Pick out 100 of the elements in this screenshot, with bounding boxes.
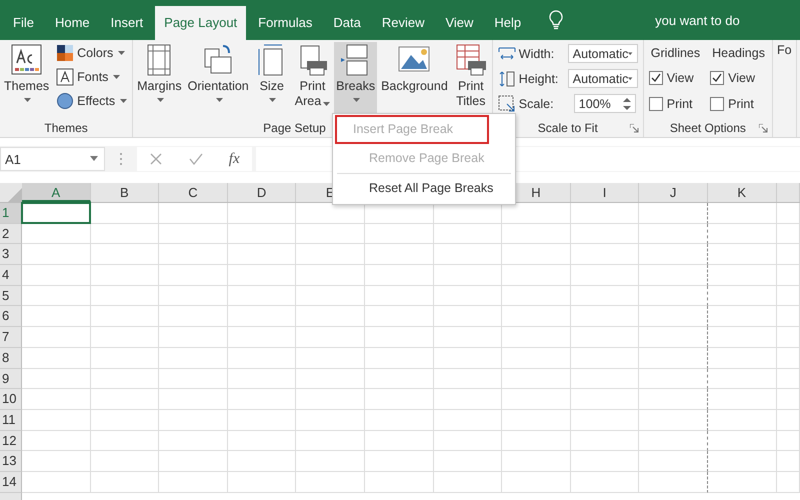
checkbox-label: View [728,71,755,85]
caret-icon[interactable] [628,76,633,82]
worksheet-cell[interactable] [639,389,708,410]
row-header[interactable]: 5 [0,286,22,306]
row-header[interactable]: 7 [0,327,22,348]
value-field[interactable]: Automatic [568,44,638,63]
field-label: Height: [518,72,560,86]
circle-icon [56,92,74,110]
caret-icon [353,98,360,102]
checkbox[interactable] [710,97,724,111]
table-printer-icon [454,43,488,77]
row-header[interactable]: 13 [0,451,22,472]
caret-icon [216,98,223,102]
worksheet-cell[interactable] [639,224,708,244]
value-field[interactable]: Automatic [568,69,638,88]
group-label: Themes [44,121,88,135]
checkbox-label: View [666,71,694,85]
caret-icon [269,98,276,102]
lightbulb-icon[interactable] [549,10,564,30]
value-field[interactable]: 100% [574,94,636,113]
ribbon-button[interactable]: Fo [774,42,794,137]
column-header[interactable]: J [639,183,708,202]
column-header[interactable]: C [159,183,228,202]
worksheet-cell[interactable] [639,265,708,286]
ribbon-tab[interactable]: Home [46,6,99,40]
ribbon-button[interactable]: Print Area [292,42,332,119]
ribbon-tab[interactable]: Help [485,6,530,40]
ribbon-button[interactable]: Orientation [186,42,251,119]
column-header[interactable]: B [90,183,160,202]
row-header[interactable]: 1 [0,203,22,224]
ribbon-button[interactable]: Size [252,42,291,119]
worksheet-cell[interactable] [639,348,708,368]
caret-icon [120,99,128,103]
row-header[interactable]: 3 [0,244,22,266]
ribbon-tab[interactable]: View [436,6,482,40]
group-label: Scale to Fit [538,121,598,135]
dialog-launcher-icon[interactable] [630,124,639,132]
worksheet-cell[interactable] [639,430,708,452]
caret-icon [323,102,330,106]
row-header[interactable]: 9 [0,368,22,390]
color-swatch-icon [56,44,74,62]
ribbon-button[interactable]: Margins [135,42,184,119]
option-heading: Headings [711,45,766,62]
row-header[interactable]: 14 [0,472,22,493]
caret-icon [118,51,126,55]
checkbox-label: Print [728,97,754,111]
letter-icon [56,68,74,86]
ribbon-button[interactable]: Fonts [56,66,128,88]
insert-function-button[interactable]: fx [228,150,240,168]
column-header[interactable]: A [22,183,91,202]
tell-me-text[interactable]: you want to do [655,12,740,28]
resize-arrows-icon [498,70,516,88]
worksheet-cell[interactable] [639,203,708,224]
group-label: Page Setup [263,121,326,135]
checkbox-label: Print [666,97,692,111]
field-label: Scale: [518,96,555,110]
theme-icon [10,43,44,77]
worksheet-cell[interactable] [639,451,708,472]
ribbon-button[interactable]: Effects [56,90,128,112]
caret-icon [113,75,120,79]
check-icon[interactable] [188,152,204,166]
field-label: Width: [518,46,556,60]
checkbox[interactable] [648,71,663,85]
name-box[interactable]: A1 [0,147,105,171]
ribbon-tab[interactable]: File [4,6,43,40]
row-header[interactable]: 8 [0,348,22,368]
row-header[interactable]: 6 [0,306,22,328]
worksheet-cell[interactable] [639,286,708,306]
spinner-icon[interactable] [622,96,631,110]
row-header[interactable]: 12 [0,430,22,452]
ribbon-button[interactable]: Themes [2,42,52,119]
caret-icon [156,98,164,102]
caret-icon [24,98,32,102]
ribbon-tab[interactable]: Formulas [249,6,322,40]
worksheet-cell[interactable] [639,368,708,390]
checkbox[interactable] [710,71,724,85]
ribbon-tab[interactable]: Data [324,6,370,40]
ribbon-tab[interactable]: Review [372,6,434,40]
caret-icon[interactable] [628,50,633,56]
column-header[interactable]: D [228,183,296,202]
ribbon-button[interactable]: Colors [56,42,128,64]
worksheet-cell[interactable] [639,472,708,493]
ribbon-tab[interactable]: Page Layout [155,6,246,40]
checkbox[interactable] [648,97,663,111]
row-header[interactable]: 4 [0,265,22,286]
group-label: Sheet Options [670,121,746,135]
grip-icon[interactable] [119,151,123,167]
worksheet-cell[interactable] [639,306,708,328]
row-header[interactable]: 10 [0,389,22,410]
dialog-launcher-icon[interactable] [758,124,768,132]
cancel-icon[interactable] [149,152,164,166]
worksheet-cell[interactable] [639,244,708,266]
column-header[interactable]: I [570,183,640,202]
scale-icon [498,94,516,112]
worksheet-cell[interactable] [639,410,708,431]
column-header[interactable]: K [708,183,777,202]
row-header[interactable]: 2 [0,224,22,244]
ribbon-tab[interactable]: Insert [102,6,152,40]
row-header[interactable]: 11 [0,410,22,431]
worksheet-cell[interactable] [639,327,708,348]
